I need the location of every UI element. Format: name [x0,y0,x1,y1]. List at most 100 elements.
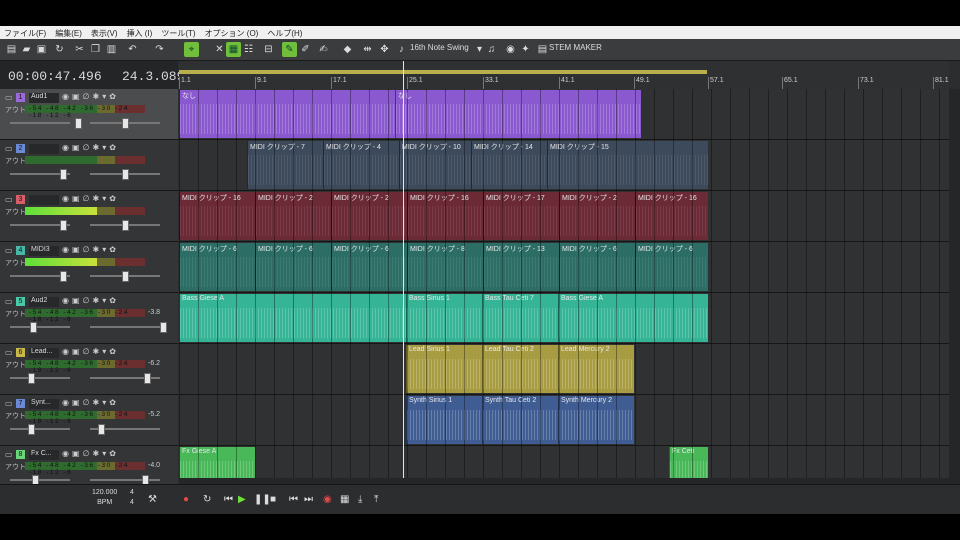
fx-icon[interactable]: ✱ [93,245,103,254]
clip[interactable]: MIDI クリップ - 6 [331,243,408,291]
eq-icon[interactable]: ✿ [109,296,119,305]
fx-icon[interactable]: ✱ [93,194,103,203]
track-name[interactable]: MIDI3 [29,246,59,256]
clip[interactable]: MIDI クリップ - 16 [179,192,256,240]
split-icon[interactable]: ⇹ [360,42,375,57]
track-name[interactable]: Aud1 [29,93,59,103]
phase-icon[interactable]: ∅ [83,398,93,407]
eraser-icon[interactable]: ◆ [340,42,355,57]
copy-icon[interactable]: ❐ [88,42,103,57]
menu-file[interactable]: ファイル(F) [0,26,51,39]
clip[interactable]: Synth Sirius 1 [406,396,483,444]
rewind-icon[interactable]: ⏮ [224,494,233,505]
metronome-icon[interactable]: ⚒ [148,494,157,505]
open-folder-icon[interactable]: ▰ [19,42,34,57]
tempo-display[interactable]: 120.000 BPM [92,488,117,508]
volume-slider-track[interactable] [10,479,70,481]
clip[interactable]: MIDI クリップ - 8 [407,243,484,291]
eq-icon[interactable]: ✿ [109,194,119,203]
expand-icon[interactable]: ▭ [5,297,13,306]
refresh-icon[interactable]: ↻ [52,42,67,57]
menu-insert[interactable]: 挿入 (I) [123,26,158,39]
track-lane[interactable]: Lead Sirius 1 Lead Tau Ceti 2 Lead Mercury… [179,344,949,395]
volume-slider-track[interactable] [10,122,70,124]
expand-icon[interactable]: ▭ [5,399,13,408]
track-header[interactable]: ▭ 7 Synt... ◉▣∅✱▾✿ アウト -54 -48 -42 -36 -30 -2… [0,395,178,446]
mute-icon[interactable]: ◉ [62,296,72,305]
eq-icon[interactable]: ✿ [109,398,119,407]
clip[interactable]: Bass Tau Ceti 7 [482,294,559,342]
pan-slider-track[interactable] [90,326,160,328]
solo-icon[interactable]: ▣ [72,92,83,101]
volume-slider-knob[interactable] [60,271,67,282]
clip[interactable]: Lead Sirius 1 [406,345,483,393]
clip[interactable]: Bass Giese A [558,294,708,342]
track-header[interactable]: ▭ 5 Aud2 ◉▣∅✱▾✿ アウト -54 -48 -42 -36 -30 -24 -… [0,293,178,344]
time-signature[interactable]: 4 4 [130,488,134,508]
track-lane[interactable]: Bass Giese A Bass Sirius 1 Bass Tau Ceti 7… [179,293,949,344]
fx-icon[interactable]: ✱ [93,143,103,152]
fx-icon[interactable]: ✱ [93,449,103,458]
clip[interactable]: MIDI クリップ - 16 [635,192,708,240]
punch-in-icon[interactable]: ⤓ [358,494,362,505]
clip[interactable]: MIDI クリップ - 6 [255,243,332,291]
clip[interactable]: Lead Mercury 2 [558,345,634,393]
go-start-icon[interactable]: ⏮ [289,494,298,505]
undo-icon[interactable]: ↶ [125,42,140,57]
track-name[interactable]: Synt... [29,399,59,409]
fx-icon[interactable]: ✱ [93,92,103,101]
volume-slider-knob[interactable] [75,118,82,129]
volume-slider-knob[interactable] [28,373,35,384]
save-icon[interactable]: ▣ [34,42,49,57]
expand-icon[interactable]: ▭ [5,195,13,204]
clip[interactable]: MIDI クリップ - 2 [331,192,408,240]
eq-icon[interactable]: ✿ [109,143,119,152]
draw-tool-icon[interactable]: ✎ [282,42,297,57]
plugin-icon[interactable]: ✦ [518,42,533,57]
mute-icon[interactable]: ◉ [62,143,72,152]
menu-view[interactable]: 表示(V) [87,26,123,39]
menu-edit[interactable]: 編集(E) [51,26,87,39]
record-icon[interactable]: ● [183,494,189,505]
eq-icon[interactable]: ✿ [109,245,119,254]
solo-icon[interactable]: ▣ [72,143,83,152]
solo-icon[interactable]: ▣ [72,347,83,356]
stem-maker-button[interactable]: STEM MAKER [549,43,602,52]
go-end-icon[interactable]: ⏭ [304,494,313,505]
clip[interactable]: MIDI クリップ - 13 [483,243,560,291]
track-name[interactable]: Lead... [29,348,59,358]
grid-icon[interactable]: ▦ [340,494,349,505]
clip[interactable]: なし [179,90,396,138]
track-name[interactable]: Fx C... [29,450,59,460]
track-header[interactable]: ▭ 2 ◉▣∅✱▾✿ アウト [0,140,178,191]
expand-icon[interactable]: ▭ [5,93,13,102]
clip[interactable]: Synth Tau Ceti 2 [482,396,559,444]
clip[interactable]: MIDI クリップ - 10 [399,141,472,189]
track-name[interactable] [29,195,59,205]
track-lane[interactable]: MIDI クリップ - 16 MIDI クリップ - 2 MIDI クリップ - 2… [179,191,949,242]
clip[interactable]: MIDI クリップ - 7 [247,141,324,189]
pan-slider-track[interactable] [90,479,160,481]
clip[interactable]: MIDI クリップ - 17 [483,192,560,240]
solo-icon[interactable]: ▣ [72,296,83,305]
track-header[interactable]: ▭ 4 MIDI3 ◉▣∅✱▾✿ アウト [0,242,178,293]
expand-icon[interactable]: ▭ [5,246,13,255]
clip[interactable]: MIDI クリップ - 14 [471,141,548,189]
mute-icon[interactable]: ◉ [62,449,72,458]
track-name[interactable]: Aud2 [29,297,59,307]
track-lane[interactable]: MIDI クリップ - 7 MIDI クリップ - 4 MIDI クリップ - 10… [179,140,949,191]
expand-icon[interactable]: ▭ [5,450,13,459]
cut-icon[interactable]: ✂ [72,42,87,57]
pan-slider-knob[interactable] [122,118,129,129]
clip[interactable]: Lead Tau Ceti 2 [482,345,559,393]
track-lane[interactable]: Synth Sirius 1 Synth Tau Ceti 2 Synth Merc… [179,395,949,446]
volume-slider-track[interactable] [10,428,70,430]
menu-tools[interactable]: ツール(T) [157,26,200,39]
pan-slider-knob[interactable] [98,424,105,435]
vertical-scrollbar[interactable] [949,89,960,484]
pan-slider-knob[interactable] [144,373,151,384]
fx-icon[interactable]: ◉ [503,42,518,57]
expand-icon[interactable]: ▭ [5,144,13,153]
horizontal-scrollbar[interactable] [179,478,960,484]
volume-slider-knob[interactable] [60,169,67,180]
